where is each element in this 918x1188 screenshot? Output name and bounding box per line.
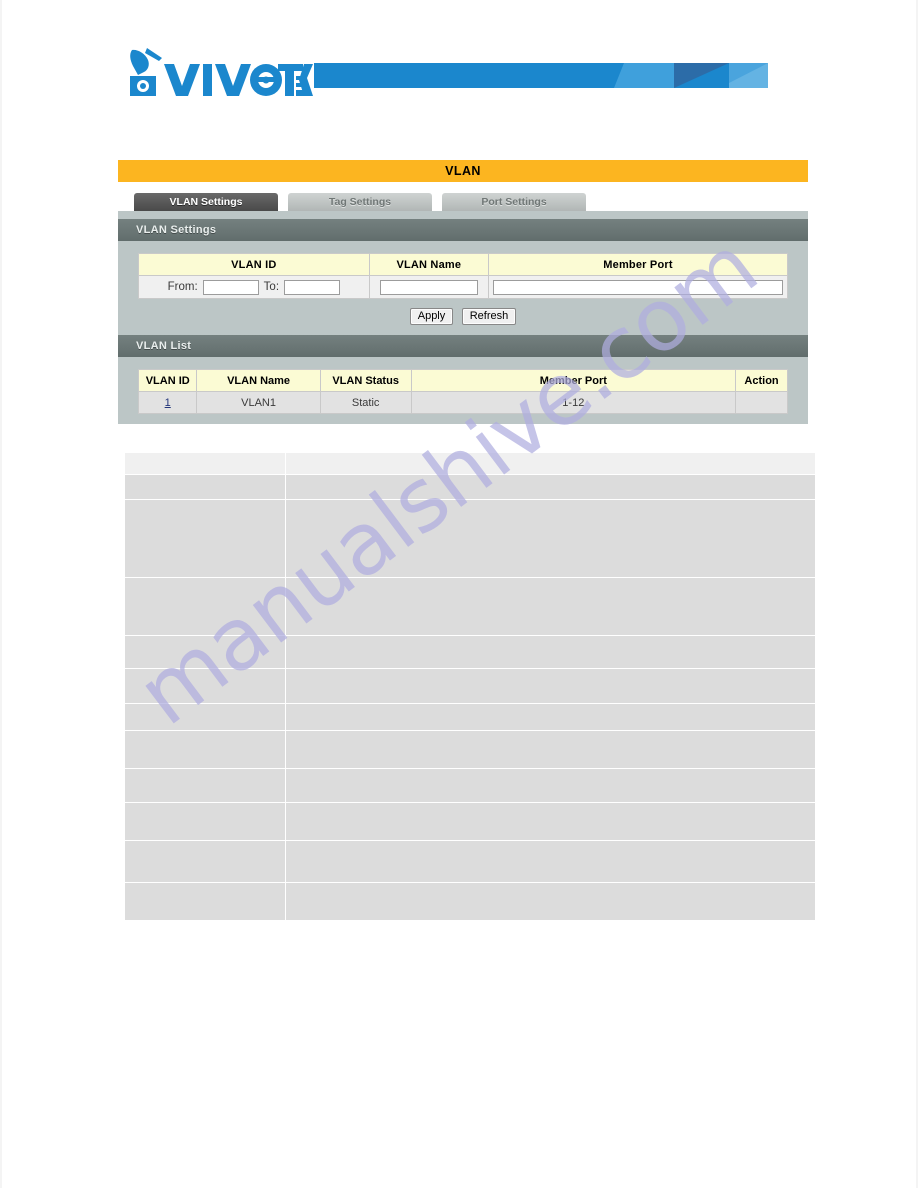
- description-cell-label: [124, 840, 286, 883]
- col-header-vlan-id: VLAN ID: [137, 369, 198, 392]
- description-cell-label: [124, 499, 286, 578]
- description-cell-body: [285, 802, 816, 841]
- col-header-vlan-status: VLAN Status: [319, 369, 412, 392]
- description-cell-label: [124, 768, 286, 803]
- tab-tag-settings[interactable]: Tag Settings: [288, 193, 432, 211]
- page-header: [118, 46, 768, 102]
- description-cell-body: [285, 499, 816, 578]
- description-cell-label: [124, 730, 286, 769]
- cell-member-port: 1-12: [410, 391, 737, 414]
- table-header-row: VLAN ID VLAN Name Member Port: [138, 253, 789, 276]
- col-header-vlan-name: VLAN Name: [196, 369, 321, 392]
- description-row: [124, 802, 816, 841]
- description-cell-label: [124, 635, 286, 669]
- description-cell-body: [285, 840, 816, 883]
- panel-body: VLAN Settings VLAN ID VLAN Name Member P…: [118, 211, 808, 424]
- vlan-id-from-input[interactable]: [202, 279, 259, 295]
- description-cell-label: [124, 474, 286, 500]
- cell-vlan-name: [368, 275, 489, 299]
- col-header-member-port: Member Port: [487, 253, 789, 276]
- refresh-button[interactable]: Refresh: [461, 308, 517, 325]
- section-header-vlan-list: VLAN List: [118, 335, 808, 357]
- vlan-id-to-input[interactable]: [284, 279, 341, 295]
- section-header-vlan-settings: VLAN Settings: [118, 219, 808, 241]
- description-cell-body: [285, 882, 816, 921]
- blue-geometric-banner: [314, 63, 768, 88]
- apply-button[interactable]: Apply: [409, 308, 454, 325]
- description-cell-body: [285, 668, 816, 704]
- tab-strip: VLAN Settings Tag Settings Port Settings: [118, 193, 808, 211]
- description-cell-label: [124, 577, 286, 636]
- table-header-row: VLAN ID VLAN Name VLAN Status Member Por…: [137, 369, 788, 392]
- description-row: [124, 703, 816, 731]
- description-cell-body: [285, 730, 816, 769]
- vlan-name-input[interactable]: [379, 279, 478, 295]
- description-row: [124, 635, 816, 669]
- description-cell-label: [124, 802, 286, 841]
- panel-top-strip: [118, 211, 808, 219]
- description-cell-label: [124, 882, 286, 921]
- description-table-body: [124, 452, 816, 921]
- tab-vlan-settings[interactable]: VLAN Settings: [134, 193, 278, 211]
- description-cell-body: [285, 452, 816, 475]
- vlan-settings-form: VLAN ID VLAN Name Member Port From: To:: [118, 241, 808, 327]
- col-header-vlan-name: VLAN Name: [368, 253, 489, 276]
- cell-vlan-id: 1: [137, 391, 198, 414]
- description-cell-label: [124, 668, 286, 704]
- description-cell-body: [285, 768, 816, 803]
- vivotek-logo: [118, 46, 313, 102]
- description-table: [124, 452, 816, 921]
- description-cell-body: [285, 474, 816, 500]
- description-row: [124, 577, 816, 636]
- vlan-settings-table: VLAN ID VLAN Name Member Port From: To:: [138, 253, 789, 299]
- col-header-vlan-id: VLAN ID: [138, 253, 370, 276]
- vlan-console-panel: VLAN VLAN Settings Tag Settings Port Set…: [118, 160, 808, 424]
- cell-member-port: [487, 275, 789, 299]
- member-port-input[interactable]: [492, 279, 783, 295]
- form-button-row: Apply Refresh: [138, 299, 788, 327]
- description-row: [124, 730, 816, 769]
- description-cell-label: [124, 452, 286, 475]
- col-header-action: Action: [735, 369, 788, 392]
- description-row: [124, 452, 816, 475]
- to-label: To:: [263, 281, 280, 293]
- description-cell-label: [124, 703, 286, 731]
- cell-action: [735, 391, 788, 414]
- vlan-list-table: VLAN ID VLAN Name VLAN Status Member Por…: [137, 369, 788, 414]
- description-cell-body: [285, 635, 816, 669]
- vivotek-v-camera-logo: [130, 48, 313, 96]
- description-cell-body: [285, 703, 816, 731]
- table-input-row: From: To:: [138, 275, 789, 299]
- tab-port-settings[interactable]: Port Settings: [442, 193, 586, 211]
- description-row: [124, 840, 816, 883]
- vlan-list-wrap: VLAN ID VLAN Name VLAN Status Member Por…: [118, 357, 808, 414]
- header-banner: [314, 63, 768, 88]
- description-row: [124, 768, 816, 803]
- cell-vlan-id-range: From: To:: [138, 275, 370, 299]
- description-row: [124, 668, 816, 704]
- from-label: From:: [167, 281, 198, 293]
- cell-vlan-status: Static: [319, 391, 412, 414]
- description-cell-body: [285, 577, 816, 636]
- description-row: [124, 882, 816, 921]
- col-header-member-port: Member Port: [410, 369, 737, 392]
- description-row: [124, 474, 816, 500]
- page-title: VLAN: [118, 160, 808, 182]
- vlan-id-link[interactable]: 1: [165, 397, 171, 409]
- cell-vlan-name: VLAN1: [196, 391, 321, 414]
- description-row: [124, 499, 816, 578]
- table-row: 1 VLAN1 Static 1-12: [137, 391, 788, 414]
